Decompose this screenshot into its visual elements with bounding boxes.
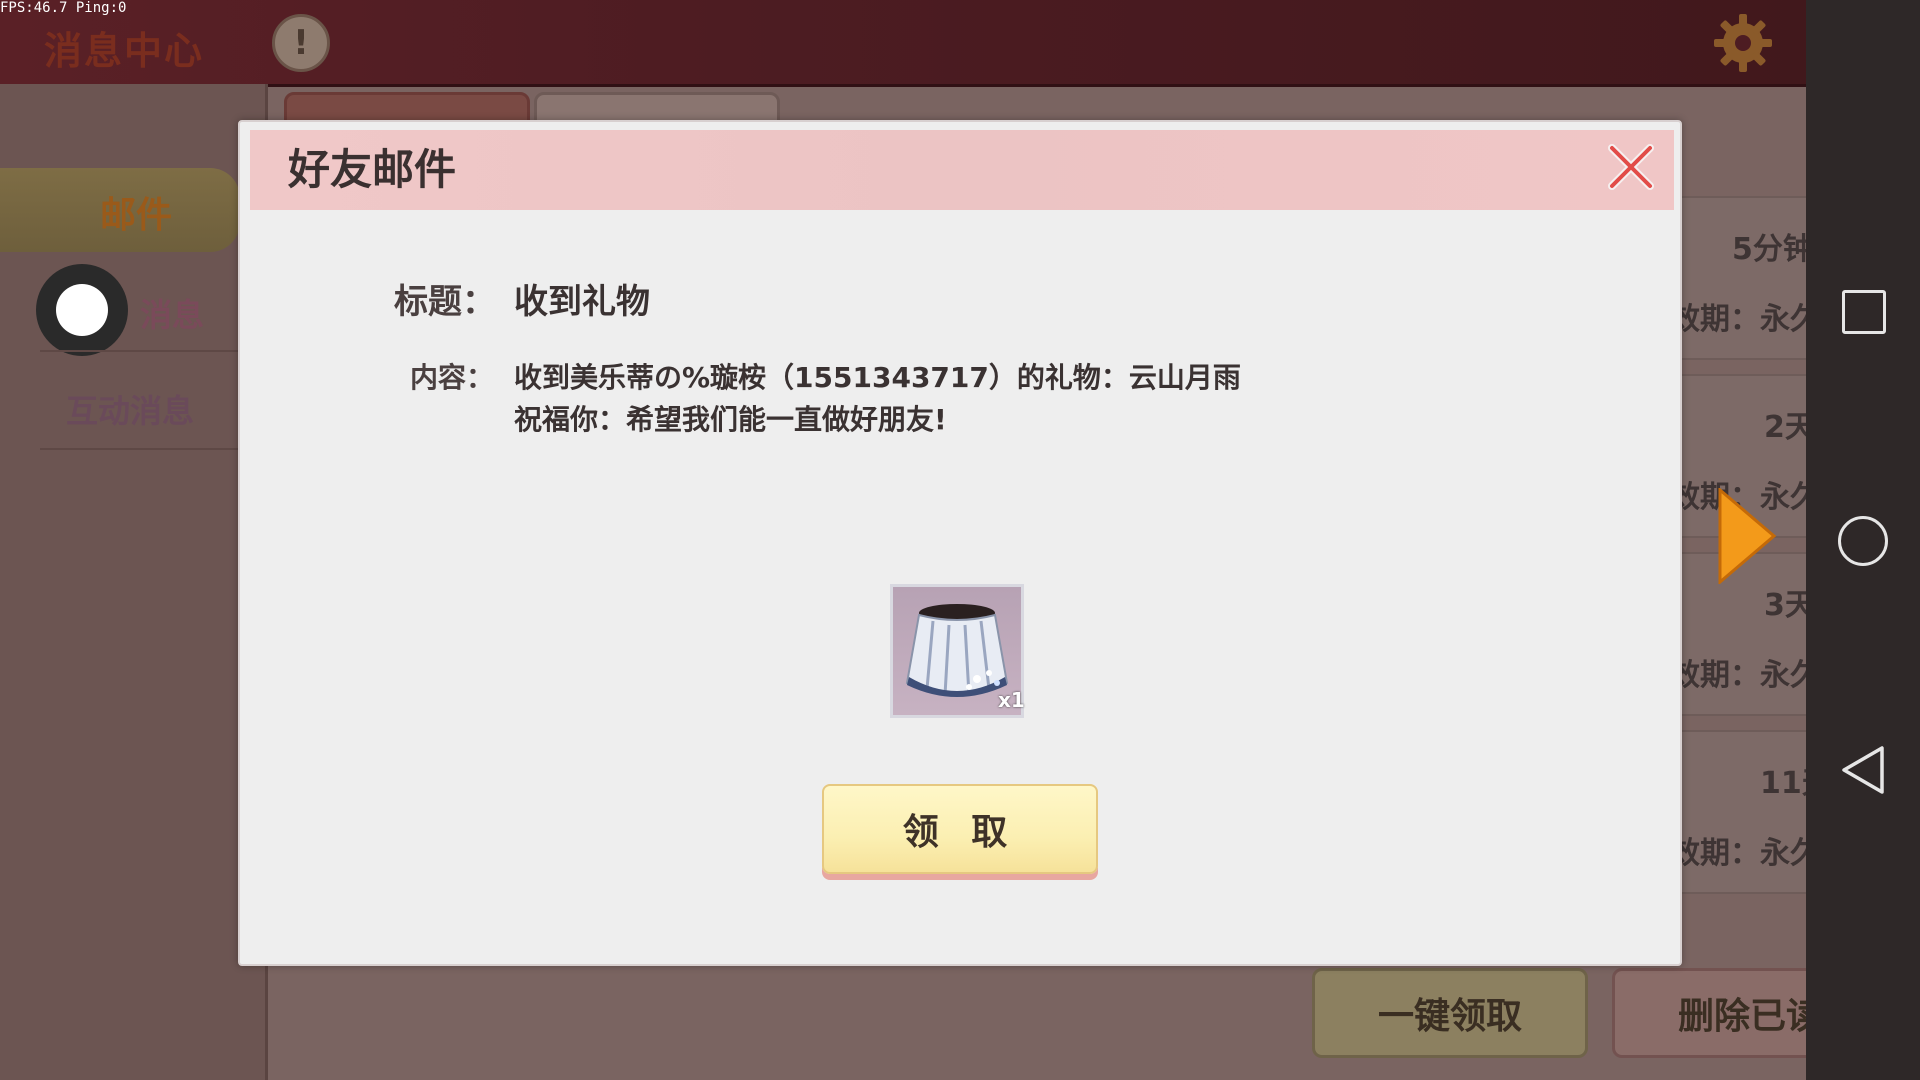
content-text-line2: 祝福你：希望我们能一直做好朋友!: [514, 403, 947, 436]
sidebar-item-interactive-messages[interactable]: 互动消息: [66, 386, 194, 432]
top-bar: [0, 0, 1806, 87]
recent-apps-icon[interactable]: [1842, 290, 1886, 334]
sidebar-item-messages[interactable]: 消息: [140, 290, 204, 336]
info-icon[interactable]: !: [272, 14, 330, 72]
back-icon[interactable]: [1838, 744, 1886, 796]
content-label: 内容：: [410, 361, 495, 394]
touch-indicator: [36, 264, 128, 356]
claim-button[interactable]: 领 取: [822, 784, 1098, 874]
claim-all-button[interactable]: 一键领取: [1312, 968, 1588, 1058]
dialog-title: 好友邮件: [288, 145, 457, 194]
fps-readout: FPS:46.7 Ping:0: [0, 0, 127, 16]
close-icon[interactable]: [1604, 140, 1658, 194]
page-title: 消息中心: [44, 29, 205, 73]
item-count: x1: [998, 688, 1025, 712]
content-text-line1: 收到美乐蒂の%璇桉（1551343717）的礼物：云山月雨: [514, 361, 1241, 394]
divider: [40, 448, 240, 450]
home-icon[interactable]: [1838, 516, 1888, 566]
subject-label: 标题：: [394, 282, 496, 322]
play-arrow-icon: [1718, 488, 1776, 584]
divider: [40, 350, 240, 352]
dialog-header: [250, 130, 1674, 210]
sidebar-tab-mail-label: 邮件: [100, 195, 173, 236]
gear-icon[interactable]: [1712, 12, 1774, 74]
subject-value: 收到礼物: [514, 282, 650, 322]
